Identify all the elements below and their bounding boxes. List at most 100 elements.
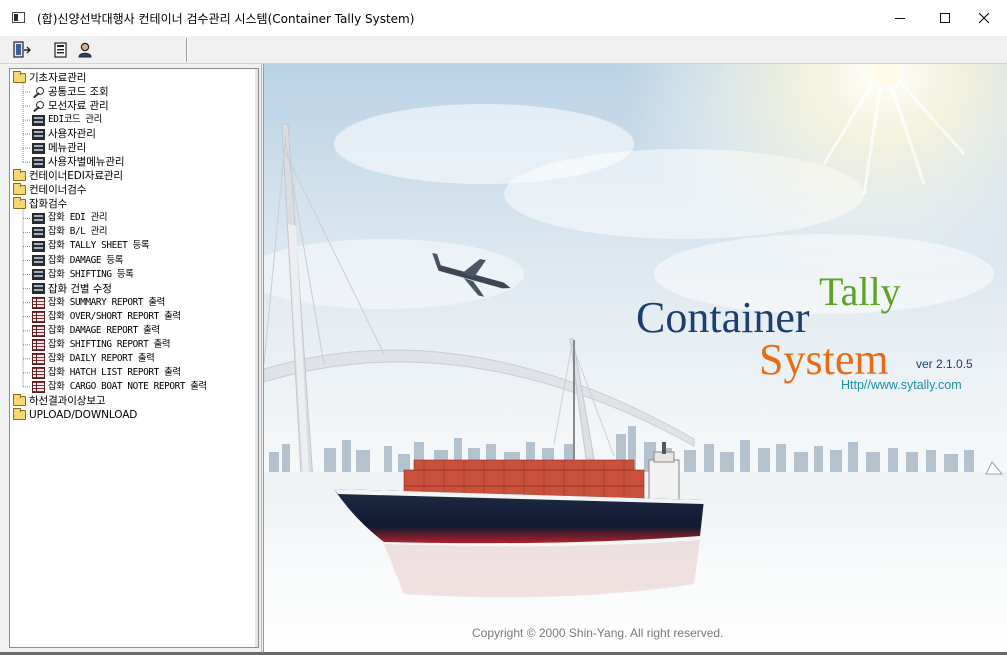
tree-folder[interactable]: 컨테이너EDI자료관리: [13, 169, 123, 183]
tree-item-label: 잡화 HATCH LIST REPORT 출력: [48, 366, 181, 378]
report-icon: [32, 338, 45, 351]
tree-item[interactable]: 잡화 SUMMARY REPORT 출력: [32, 296, 165, 310]
tree-item-label: 사용자관리: [48, 128, 96, 141]
tree-item-label: 공통코드 조회: [48, 86, 109, 99]
form-icon: [32, 212, 45, 224]
form-icon: [32, 255, 45, 267]
window-title: (합)신양선박대행사 컨테이너 검수관리 시스템(Container Tally…: [37, 12, 415, 26]
tree-item[interactable]: 잡화 HATCH LIST REPORT 출력: [32, 366, 181, 380]
tree-item[interactable]: 잡화 DAMAGE REPORT 출력: [32, 324, 160, 338]
tree-item-label: 잡화 DAMAGE 등록: [48, 254, 123, 266]
tree-item[interactable]: 잡화 EDI 관리: [32, 211, 108, 225]
tree-item-label: 사용자별메뉴관리: [48, 156, 125, 169]
form-icon: [32, 114, 45, 126]
menu-tree[interactable]: 기초자료관리공통코드 조회 모선자료 관리 EDI코드 관리사용자관리 메뉴관리 사용자…: [9, 68, 259, 648]
form-icon: [32, 142, 45, 154]
copyright-notice: Copyright © 2000 Shin-Yang. All right re…: [472, 626, 724, 640]
tree-item-label: EDI코드 관리: [48, 114, 102, 126]
tree-folder[interactable]: 잡화검수: [13, 197, 67, 211]
tree-item[interactable]: 잡화 CARGO BOAT NOTE REPORT 출력: [32, 380, 207, 394]
report-icon: [32, 380, 45, 393]
minimize-icon: [895, 17, 905, 19]
tree-item-label: 하선결과이상보고: [29, 394, 106, 407]
exit-button[interactable]: [11, 39, 33, 61]
tree-item-label: 잡화 건별 수정: [48, 282, 112, 295]
tree-folder[interactable]: 컨테이너검수: [13, 183, 86, 197]
app-icon[interactable]: [12, 12, 25, 23]
folder-icon: [13, 393, 26, 406]
user-icon: [78, 42, 92, 58]
tree-item[interactable]: 공통코드 조회: [32, 85, 109, 99]
tree-item[interactable]: 잡화 DAMAGE 등록: [32, 254, 123, 268]
tree-scrollbar[interactable]: [255, 69, 258, 647]
tree-item-label: UPLOAD/DOWNLOAD: [29, 408, 138, 421]
document-icon: [54, 42, 67, 58]
form-icon: [32, 128, 45, 140]
logo-tally-text: Tally: [819, 269, 901, 314]
folder-icon: [13, 407, 26, 420]
tree-item-label: 잡화 EDI 관리: [48, 212, 108, 224]
toolbar-separator: [186, 38, 188, 62]
form-icon: [32, 156, 45, 168]
left-frame: 기초자료관리공통코드 조회 모선자료 관리 EDI코드 관리사용자관리 메뉴관리 사용자…: [0, 64, 262, 655]
tree-item[interactable]: 메뉴관리: [32, 141, 86, 155]
app-window: (합)신양선박대행사 컨테이너 검수관리 시스템(Container Tally…: [0, 0, 1007, 655]
key-icon: [32, 100, 45, 112]
tree-item[interactable]: 모선자료 관리: [32, 99, 109, 113]
form-icon: [32, 226, 45, 238]
tree-item[interactable]: 잡화 SHIFTING 등록: [32, 268, 134, 282]
key-icon: [32, 86, 45, 98]
tree-item-label: 기초자료관리: [29, 72, 87, 84]
close-icon: [978, 12, 990, 24]
tree-item-label: 모선자료 관리: [48, 100, 109, 113]
folder-open-icon: [13, 71, 26, 83]
close-button[interactable]: [961, 0, 1007, 36]
tree-item-label: 잡화 SUMMARY REPORT 출력: [48, 296, 165, 308]
tree-item[interactable]: 잡화 B/L 관리: [32, 225, 108, 239]
tree-item[interactable]: 잡화 DAILY REPORT 출력: [32, 352, 155, 366]
tree-folder[interactable]: UPLOAD/DOWNLOAD: [13, 407, 138, 422]
tree-item[interactable]: 잡화 SHIFTING REPORT 출력: [32, 338, 170, 352]
tree-item-label: 잡화 OVER/SHORT REPORT 출력: [48, 310, 181, 322]
tree-item-label: 잡화 DAMAGE REPORT 출력: [48, 324, 160, 336]
report-icon: [32, 366, 45, 379]
folder-open-icon: [13, 197, 26, 210]
tree-item-label: 컨테이너검수: [29, 184, 87, 197]
document-button[interactable]: [50, 39, 72, 61]
tree-item-label: 메뉴관리: [48, 142, 87, 155]
tree-item[interactable]: 사용자별메뉴관리: [32, 155, 125, 169]
tree-item[interactable]: 잡화 TALLY SHEET 등록: [32, 239, 149, 253]
tree-item-label: 잡화 SHIFTING 등록: [48, 268, 134, 280]
report-icon: [32, 296, 45, 309]
form-icon: [32, 269, 45, 281]
tree-item-label: 잡화 TALLY SHEET 등록: [48, 240, 150, 252]
minimize-button[interactable]: [877, 0, 923, 36]
tree-item[interactable]: 잡화 건별 수정: [32, 282, 112, 296]
user-button[interactable]: [74, 39, 96, 61]
tree-item-label: 컨테이너EDI자료관리: [29, 170, 123, 183]
exit-icon: [13, 41, 31, 58]
form-icon: [32, 283, 45, 295]
version-label: ver 2.1.0.5: [916, 357, 973, 371]
tree-folder[interactable]: 기초자료관리: [13, 71, 86, 85]
folder-icon: [13, 169, 26, 182]
website-url: Http//www.sytally.com: [841, 378, 962, 392]
splash-background: [264, 64, 1007, 655]
tree-item-label: 잡화검수: [29, 198, 68, 211]
title-bar[interactable]: (합)신양선박대행사 컨테이너 검수관리 시스템(Container Tally…: [0, 0, 1007, 36]
report-icon: [32, 352, 45, 365]
tree-item-label: 잡화 SHIFTING REPORT 출력: [48, 338, 171, 350]
tree-item[interactable]: EDI코드 관리: [32, 113, 102, 127]
tree-item[interactable]: 사용자관리: [32, 127, 96, 141]
tree-folder[interactable]: 하선결과이상보고: [13, 393, 106, 408]
form-icon: [32, 240, 45, 252]
folder-icon: [13, 183, 26, 196]
report-icon: [32, 310, 45, 323]
tree-item-label: 잡화 B/L 관리: [48, 226, 108, 238]
tree-item-label: 잡화 CARGO BOAT NOTE REPORT 출력: [48, 380, 207, 392]
toolbar: [0, 36, 1007, 64]
splash-frame: Tally Container System ver 2.1.0.5 Http/…: [263, 64, 1007, 655]
report-icon: [32, 324, 45, 337]
maximize-icon: [940, 13, 950, 23]
tree-item[interactable]: 잡화 OVER/SHORT REPORT 출력: [32, 310, 181, 324]
